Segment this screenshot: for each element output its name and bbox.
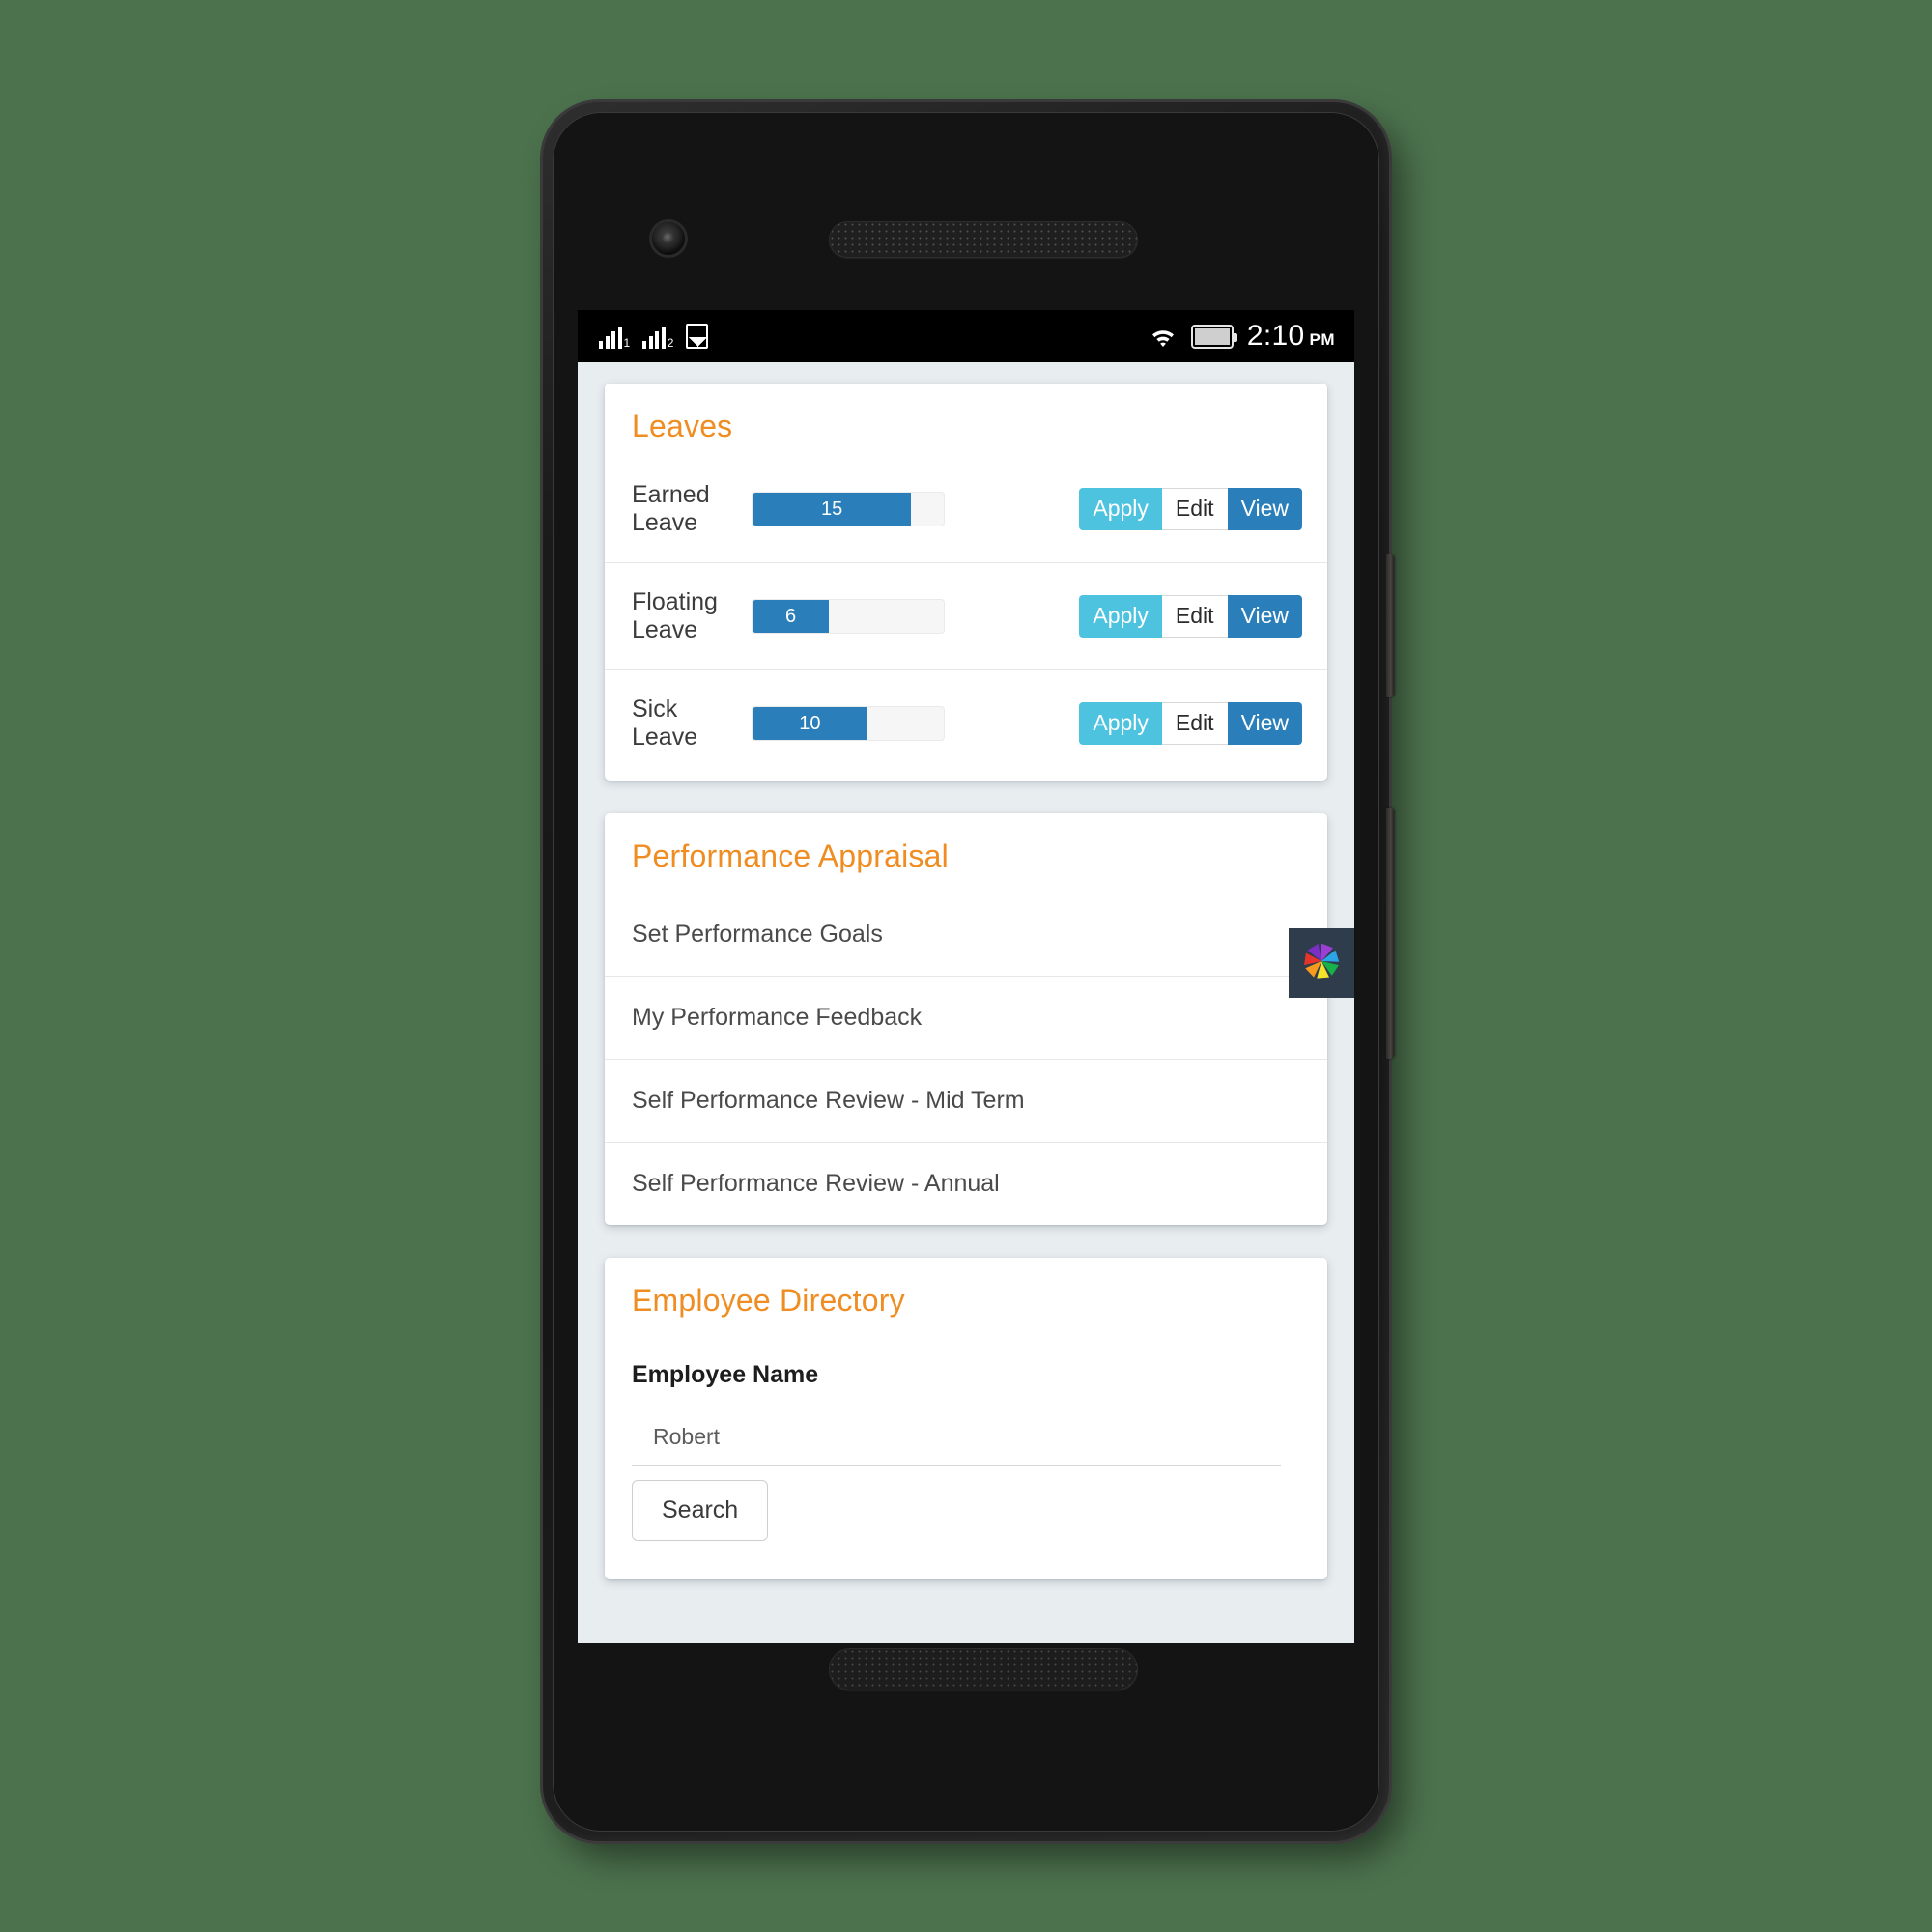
performance-card-title: Performance Appraisal (632, 838, 949, 873)
phone-device-frame: 1 2 2:10 PM Leaves Earned Leave 15 Apply… (543, 102, 1394, 1841)
employee-name-input[interactable] (632, 1418, 1281, 1466)
leave-progress-earned: 15 (752, 492, 945, 526)
performance-appraisal-card: Performance Appraisal Set Performance Go… (605, 813, 1327, 1225)
edit-button-sick[interactable]: Edit (1161, 701, 1228, 746)
view-button-sick[interactable]: View (1227, 701, 1302, 746)
volume-rocker-button[interactable] (1386, 554, 1394, 697)
leave-label-floating: Floating Leave (632, 588, 718, 643)
employee-name-label: Employee Name (632, 1361, 819, 1388)
leave-progress-floating: 6 (752, 599, 945, 634)
signal-strength-sim2-icon: 2 (642, 324, 673, 349)
leave-label-earned: Earned Leave (632, 481, 710, 536)
leaves-card-title: Leaves (632, 409, 733, 443)
app-launcher-floating-button[interactable] (1289, 928, 1354, 998)
view-button-floating[interactable]: View (1227, 594, 1302, 639)
leave-progress-value-earned: 15 (753, 493, 912, 526)
image-icon (686, 324, 709, 349)
edit-button-floating[interactable]: Edit (1161, 594, 1228, 639)
leave-row-floating: Floating Leave 6 Apply Edit View (605, 562, 1327, 669)
bottom-speaker-grille (829, 1648, 1138, 1690)
leave-label-sick: Sick Leave (632, 696, 698, 751)
apply-button-earned[interactable]: Apply (1079, 487, 1162, 531)
list-item-self-review-annual[interactable]: Self Performance Review - Annual (605, 1142, 1327, 1225)
edit-button-earned[interactable]: Edit (1161, 487, 1228, 531)
earpiece-speaker-grille (829, 221, 1138, 258)
search-button[interactable]: Search (632, 1480, 769, 1541)
sim2-label: 2 (667, 336, 674, 350)
leave-actions-sick: Apply Edit View (1079, 701, 1302, 746)
leave-progress-sick: 10 (752, 706, 945, 741)
phone-screen: 1 2 2:10 PM Leaves Earned Leave 15 Apply… (578, 310, 1354, 1643)
leave-actions-earned: Apply Edit View (1079, 487, 1302, 531)
front-camera-icon (652, 222, 685, 255)
leave-actions-floating: Apply Edit View (1079, 594, 1302, 639)
leaves-card: Leaves Earned Leave 15 Apply Edit View F… (605, 384, 1327, 781)
status-time-value: 2:10 (1246, 320, 1305, 352)
list-item-self-review-mid-term[interactable]: Self Performance Review - Mid Term (605, 1059, 1327, 1142)
status-bar: 1 2 2:10 PM (578, 310, 1354, 362)
battery-icon (1190, 324, 1237, 349)
leave-progress-value-floating: 6 (753, 600, 830, 633)
employee-directory-card: Employee Directory Employee Name Search (605, 1258, 1327, 1579)
signal-strength-sim1-icon: 1 (599, 324, 630, 349)
sim1-label: 1 (623, 336, 631, 350)
list-item-set-performance-goals[interactable]: Set Performance Goals (605, 894, 1327, 976)
apply-button-sick[interactable]: Apply (1079, 701, 1162, 746)
colorful-pinwheel-star-icon (1299, 939, 1344, 988)
status-clock: 2:10 PM (1247, 320, 1335, 353)
status-time-meridiem: PM (1309, 330, 1335, 349)
view-button-earned[interactable]: View (1227, 487, 1302, 531)
leave-row-sick: Sick Leave 10 Apply Edit View (605, 669, 1327, 777)
power-button[interactable] (1386, 808, 1394, 1059)
employee-directory-card-title: Employee Directory (632, 1283, 905, 1318)
wifi-icon (1149, 325, 1178, 348)
list-item-my-performance-feedback[interactable]: My Performance Feedback (605, 976, 1327, 1059)
leave-progress-value-sick: 10 (753, 707, 867, 740)
app-scroll-container[interactable]: Leaves Earned Leave 15 Apply Edit View F… (578, 362, 1354, 1643)
leave-row-earned: Earned Leave 15 Apply Edit View (605, 448, 1327, 562)
apply-button-floating[interactable]: Apply (1079, 594, 1162, 639)
